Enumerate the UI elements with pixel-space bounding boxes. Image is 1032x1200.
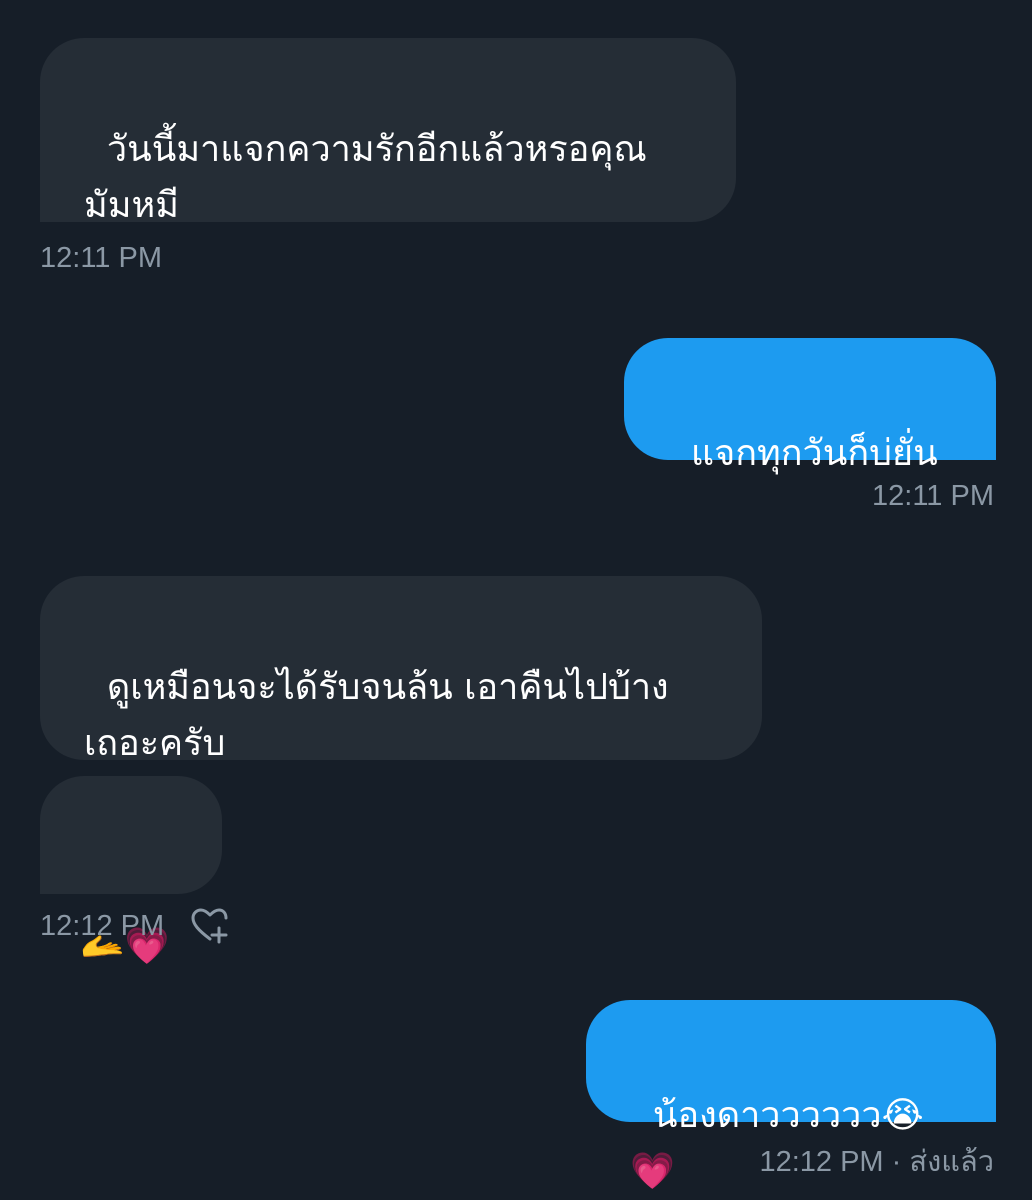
message-bubble-outgoing[interactable]: น้องดาวววววว😭💗 bbox=[586, 1000, 996, 1192]
message-text: ดูเหมือนจะได้รับจนล้น เอาคืนไปบ้าง เถอะค… bbox=[84, 667, 669, 764]
message-status: ส่งแล้ว bbox=[909, 1146, 994, 1178]
message-timestamp: 12:11 PM bbox=[40, 242, 162, 274]
message-timestamp: 12:12 PM bbox=[759, 1146, 884, 1178]
heart-plus-icon[interactable] bbox=[190, 906, 230, 946]
message-text: แจกทุกวันก็บ่ยั่น bbox=[690, 433, 938, 474]
message-timestamp: 12:11 PM bbox=[872, 480, 994, 512]
message-meta: 12:12 PM · ส่งแล้ว bbox=[759, 1145, 994, 1179]
meta-separator: · bbox=[891, 1146, 902, 1178]
message-bubble-incoming[interactable]: ดูเหมือนจะได้รับจนล้น เอาคืนไปบ้าง เถอะค… bbox=[40, 576, 762, 764]
message-timestamp: 12:12 PM bbox=[40, 910, 165, 942]
message-text: วันนี้มาแจกความรักอีกแล้วหรอคุณ มัมหมี bbox=[84, 129, 647, 226]
message-bubble-outgoing[interactable]: แจกทุกวันก็บ่ยั่น bbox=[624, 338, 996, 474]
message-bubble-incoming[interactable]: วันนี้มาแจกความรักอีกแล้วหรอคุณ มัมหมี bbox=[40, 38, 736, 226]
message-bubble-incoming[interactable]: 🫴💗 bbox=[40, 776, 222, 967]
